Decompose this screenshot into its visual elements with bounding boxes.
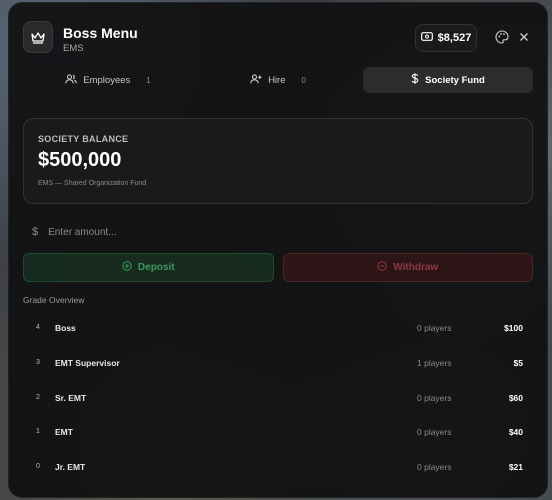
tab-hire[interactable]: Hire 0 bbox=[193, 67, 363, 93]
cash-badge: $8,527 bbox=[415, 24, 477, 52]
tab-employees-label: Employees bbox=[83, 74, 131, 86]
header: Boss Menu EMS $8,527 bbox=[23, 21, 533, 57]
withdraw-label: Withdraw bbox=[393, 262, 439, 273]
close-icon[interactable] bbox=[515, 28, 533, 46]
balance-note: EMS — Shared Organization Fund bbox=[38, 180, 147, 187]
grade-pay: $21 bbox=[508, 462, 523, 472]
tab-hire-label: Hire bbox=[268, 74, 286, 86]
deposit-label: Deposit bbox=[137, 262, 175, 273]
palette-icon[interactable] bbox=[493, 28, 511, 46]
grade-pay: $40 bbox=[508, 427, 523, 438]
grade-list: 4 Boss 0 players $100 3 EMT Supervisor 1… bbox=[23, 310, 533, 484]
tab-employees[interactable]: Employees 1 bbox=[23, 67, 193, 93]
amount-input[interactable] bbox=[48, 226, 449, 238]
tab-society-fund-label: Society Fund bbox=[425, 74, 485, 86]
minus-circle-icon bbox=[377, 261, 387, 274]
tab-society-fund[interactable]: Society Fund bbox=[363, 67, 533, 93]
plus-circle-icon bbox=[122, 261, 132, 274]
grade-players: 1 players bbox=[417, 357, 452, 368]
cash-amount: $8,527 bbox=[437, 32, 472, 44]
grade-pay: $100 bbox=[504, 323, 523, 333]
cash-icon bbox=[420, 32, 433, 44]
grade-name: Boss bbox=[55, 323, 76, 333]
grade-number: 4 bbox=[36, 324, 40, 331]
tab-bar: Employees 1 Hire 0 Society Fund bbox=[23, 67, 533, 93]
grade-row: 4 Boss 0 players $100 bbox=[23, 310, 533, 345]
grade-row: 3 EMT Supervisor 1 players $5 bbox=[23, 345, 533, 380]
fund-actions: Deposit Withdraw bbox=[23, 253, 533, 282]
withdraw-button[interactable]: Withdraw bbox=[282, 253, 533, 282]
grade-row: 0 Jr. EMT 0 players $21 bbox=[23, 449, 533, 484]
amount-field: $ bbox=[23, 217, 533, 247]
job-subtitle: EMS bbox=[63, 43, 84, 54]
grade-row: 1 EMT 0 players $40 bbox=[23, 414, 533, 449]
grade-players: 0 players bbox=[417, 323, 452, 333]
users-icon bbox=[65, 73, 78, 87]
grade-number: 0 bbox=[36, 463, 40, 470]
grade-number: 2 bbox=[36, 393, 40, 401]
grade-overview-title: Grade Overview bbox=[23, 295, 85, 305]
balance-label: SOCIETY BALANCE bbox=[38, 134, 129, 144]
tab-employees-count: 1 bbox=[146, 75, 151, 85]
balance-value: $500,000 bbox=[38, 149, 122, 171]
dollar-icon bbox=[411, 73, 419, 87]
amount-prefix: $ bbox=[32, 226, 39, 238]
grade-pay: $60 bbox=[508, 392, 523, 403]
page-title: Boss Menu bbox=[63, 25, 138, 41]
user-plus-icon bbox=[250, 73, 262, 87]
deposit-button[interactable]: Deposit bbox=[23, 253, 274, 282]
grade-number: 1 bbox=[36, 428, 40, 436]
grade-players: 0 players bbox=[417, 392, 452, 403]
grade-players: 0 players bbox=[417, 462, 452, 472]
crown-icon bbox=[23, 21, 53, 53]
society-balance-card: SOCIETY BALANCE $500,000 EMS — Shared Or… bbox=[23, 118, 533, 204]
grade-pay: $5 bbox=[513, 357, 523, 368]
tab-hire-count: 0 bbox=[301, 75, 306, 85]
grade-name: Jr. EMT bbox=[55, 462, 86, 472]
grade-players: 0 players bbox=[417, 427, 452, 438]
boss-menu-panel: Boss Menu EMS $8,527 Employees 1 Hire 0 … bbox=[8, 2, 548, 498]
grade-name: Sr. EMT bbox=[55, 392, 87, 403]
grade-row: 2 Sr. EMT 0 players $60 bbox=[23, 380, 533, 415]
grade-name: EMT Supervisor bbox=[55, 357, 120, 368]
grade-number: 3 bbox=[36, 358, 40, 366]
grade-name: EMT bbox=[55, 427, 73, 438]
